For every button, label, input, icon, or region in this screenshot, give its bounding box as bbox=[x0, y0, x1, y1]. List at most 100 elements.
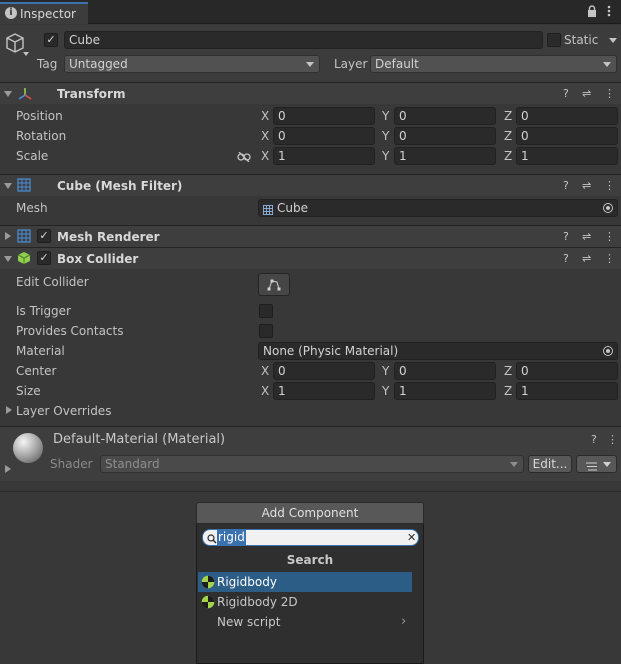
rotation-z-field[interactable]: 0 bbox=[516, 127, 618, 145]
axis-y-label: Y bbox=[382, 109, 390, 123]
help-icon[interactable]: ? bbox=[591, 432, 597, 448]
mesh-renderer-header[interactable]: ✓ Mesh Renderer ? ⇌ ⋮ bbox=[0, 225, 621, 247]
box-collider-body: Edit Collider Is Trigger Provides Contac… bbox=[0, 269, 621, 425]
shader-dropdown[interactable]: Standard bbox=[100, 455, 524, 473]
size-z-field[interactable]: 1 bbox=[516, 382, 618, 400]
material-section: Default-Material (Material) ? ⋮ Shader S… bbox=[0, 427, 621, 481]
position-z-field[interactable]: 0 bbox=[516, 107, 618, 125]
result-rigidbody[interactable]: Rigidbody bbox=[198, 572, 412, 592]
more-icon[interactable]: ⋮ bbox=[607, 432, 618, 448]
more-menu-icon[interactable] bbox=[607, 4, 611, 18]
is-trigger-label: Is Trigger bbox=[16, 304, 71, 318]
rigidbody-2d-icon bbox=[201, 595, 215, 609]
icon-dropdown-icon[interactable] bbox=[23, 52, 29, 56]
chevron-down-icon bbox=[306, 62, 314, 67]
result-label: Rigidbody bbox=[217, 575, 277, 589]
mesh-renderer-title: Mesh Renderer bbox=[57, 230, 160, 244]
layer-overrides-foldout-icon[interactable] bbox=[6, 406, 12, 414]
is-trigger-checkbox[interactable] bbox=[259, 304, 273, 318]
rotation-y-field[interactable]: 0 bbox=[394, 127, 496, 145]
foldout-arrow-icon[interactable] bbox=[4, 91, 12, 97]
box-collider-header[interactable]: ✓ Box Collider ? ⇌ ⋮ bbox=[0, 247, 621, 269]
shader-label: Shader bbox=[50, 457, 93, 471]
tag-value: Untagged bbox=[69, 57, 128, 71]
object-picker-icon[interactable] bbox=[603, 203, 613, 213]
help-icon[interactable]: ? bbox=[563, 86, 569, 102]
scale-x-field[interactable]: 1 bbox=[273, 147, 375, 165]
layer-value: Default bbox=[375, 57, 419, 71]
tag-label: Tag bbox=[37, 57, 58, 71]
position-label: Position bbox=[16, 109, 63, 123]
mesh-renderer-icon bbox=[17, 229, 31, 243]
presets-icon[interactable]: ⇌ bbox=[582, 178, 591, 194]
edit-collider-button[interactable] bbox=[258, 273, 290, 296]
size-x-field[interactable]: 1 bbox=[273, 382, 375, 400]
foldout-arrow-icon[interactable] bbox=[4, 256, 12, 262]
mesh-filter-header[interactable]: Cube (Mesh Filter) ? ⇌ ⋮ bbox=[0, 174, 621, 196]
presets-icon[interactable]: ⇌ bbox=[582, 251, 591, 267]
foldout-arrow-icon[interactable] bbox=[5, 232, 11, 240]
position-x-field[interactable]: 0 bbox=[273, 107, 375, 125]
transform-header[interactable]: Transform ? ⇌ ⋮ bbox=[0, 82, 621, 104]
axis-x-label: X bbox=[261, 364, 270, 378]
transform-title: Transform bbox=[57, 87, 126, 101]
layer-dropdown[interactable]: Default bbox=[370, 55, 617, 73]
axis-z-label: Z bbox=[504, 149, 513, 163]
more-icon[interactable]: ⋮ bbox=[604, 229, 615, 245]
physic-material-field[interactable]: None (Physic Material) bbox=[258, 342, 618, 360]
more-icon[interactable]: ⋮ bbox=[604, 178, 615, 194]
position-y-field[interactable]: 0 bbox=[394, 107, 496, 125]
scale-y-field[interactable]: 1 bbox=[394, 147, 496, 165]
size-y-field[interactable]: 1 bbox=[394, 382, 496, 400]
unlink-icon[interactable] bbox=[237, 151, 251, 163]
shader-options-button[interactable] bbox=[576, 455, 617, 473]
object-header: ✓ Cube Static Tag Untagged Layer Default bbox=[0, 25, 621, 82]
active-checkbox[interactable]: ✓ bbox=[44, 33, 58, 47]
scale-z-field[interactable]: 1 bbox=[516, 147, 618, 165]
info-icon: i bbox=[5, 7, 17, 19]
center-x-field[interactable]: 0 bbox=[273, 362, 375, 380]
foldout-arrow-icon[interactable] bbox=[4, 183, 12, 189]
object-name-field[interactable]: Cube bbox=[64, 31, 543, 49]
mesh-object-field[interactable]: Cube bbox=[258, 199, 618, 217]
rotation-x-field[interactable]: 0 bbox=[273, 127, 375, 145]
help-icon[interactable]: ? bbox=[563, 178, 569, 194]
search-results-header: Search bbox=[286, 553, 334, 567]
mesh-renderer-enabled-checkbox[interactable]: ✓ bbox=[37, 229, 51, 243]
static-label: Static bbox=[564, 33, 599, 47]
transform-body: Position X 0 Y 0 Z 0 Rotation X 0 Y 0 Z … bbox=[0, 104, 621, 174]
material-preview-sphere bbox=[13, 433, 43, 463]
object-picker-icon[interactable] bbox=[603, 346, 613, 356]
static-checkbox[interactable] bbox=[547, 33, 561, 47]
add-component-button[interactable]: Add Component bbox=[196, 502, 424, 524]
edit-shader-button[interactable]: Edit... bbox=[528, 455, 572, 473]
edit-collider-icon bbox=[267, 278, 281, 291]
list-icon bbox=[584, 460, 598, 471]
center-label: Center bbox=[16, 364, 57, 378]
mesh-label: Mesh bbox=[16, 201, 48, 215]
help-icon[interactable]: ? bbox=[563, 229, 569, 245]
tag-dropdown[interactable]: Untagged bbox=[64, 55, 320, 73]
static-dropdown-icon[interactable] bbox=[609, 38, 617, 43]
center-z-field[interactable]: 0 bbox=[516, 362, 618, 380]
center-y-field[interactable]: 0 bbox=[394, 362, 496, 380]
result-new-script[interactable]: New script › bbox=[198, 612, 412, 632]
component-search-field[interactable]: rigid ✕ bbox=[202, 529, 419, 546]
presets-icon[interactable]: ⇌ bbox=[582, 229, 591, 245]
more-icon[interactable]: ⋮ bbox=[604, 86, 615, 102]
result-rigidbody-2d[interactable]: Rigidbody 2D bbox=[198, 592, 412, 612]
clear-search-icon[interactable]: ✕ bbox=[407, 530, 416, 545]
material-foldout-icon[interactable] bbox=[5, 465, 11, 473]
tab-label: Inspector bbox=[20, 7, 76, 21]
more-icon[interactable]: ⋮ bbox=[604, 251, 615, 267]
provides-contacts-checkbox[interactable] bbox=[259, 324, 273, 338]
tab-inspector[interactable]: i Inspector bbox=[0, 2, 88, 24]
presets-icon[interactable]: ⇌ bbox=[582, 86, 591, 102]
physic-material-value: None (Physic Material) bbox=[263, 344, 399, 358]
box-collider-enabled-checkbox[interactable]: ✓ bbox=[37, 251, 51, 265]
result-label: Rigidbody 2D bbox=[217, 595, 298, 609]
search-value: rigid bbox=[217, 530, 246, 545]
help-icon[interactable]: ? bbox=[563, 251, 569, 267]
chevron-right-icon: › bbox=[401, 614, 407, 629]
lock-icon[interactable] bbox=[587, 5, 597, 17]
